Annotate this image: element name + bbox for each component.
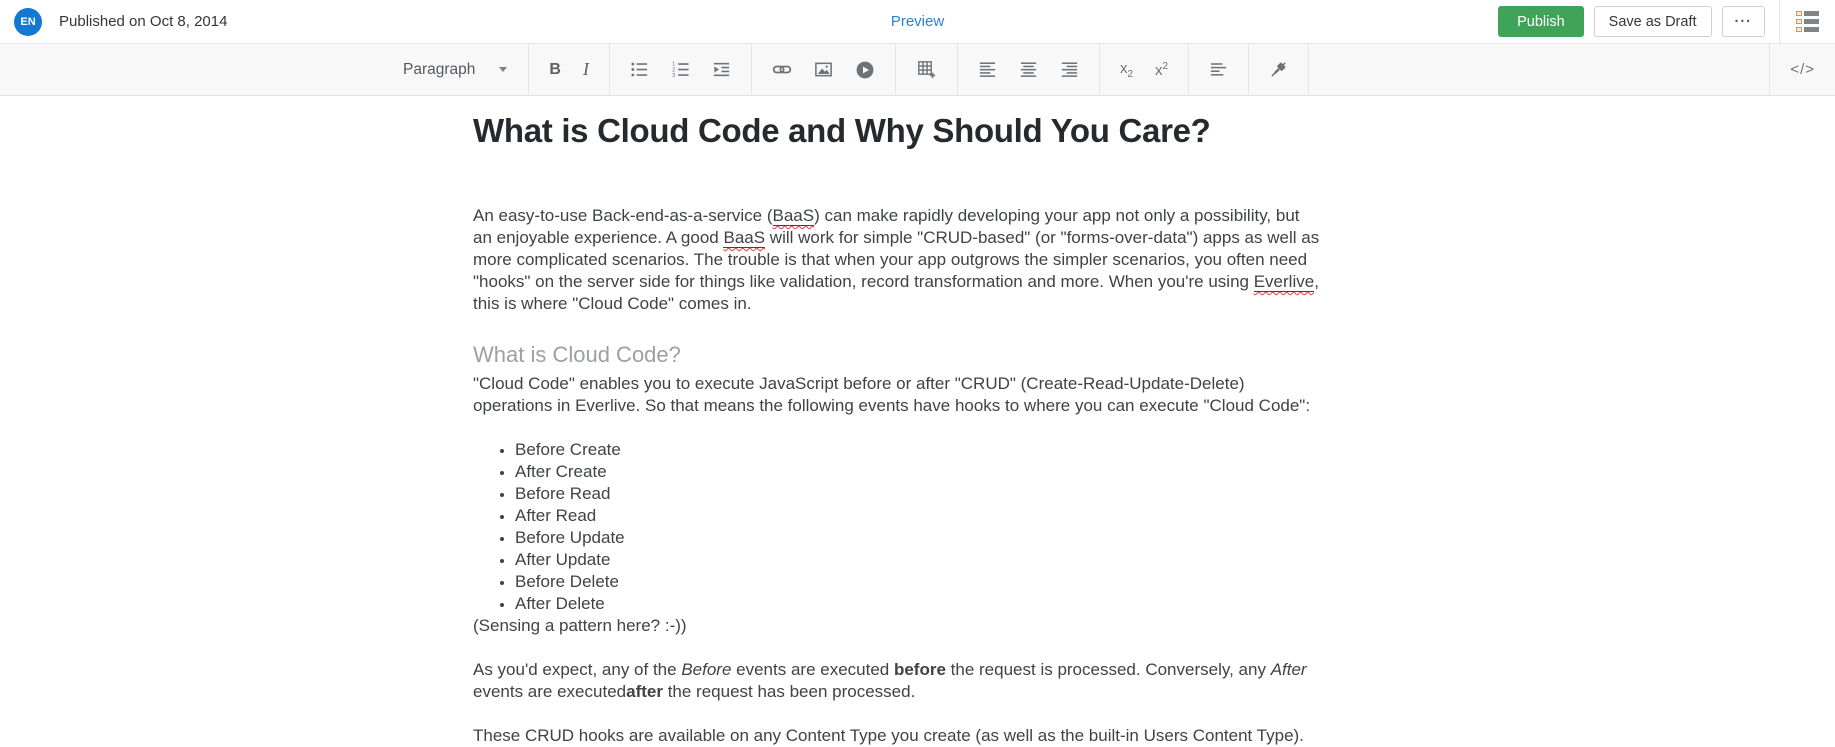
save-draft-button[interactable]: Save as Draft (1594, 6, 1712, 37)
justify-button[interactable] (1198, 44, 1239, 95)
superscript-button[interactable]: x2 (1144, 44, 1179, 95)
align-right-button[interactable] (1049, 44, 1090, 95)
spellcheck-underline: BaaS (773, 206, 815, 225)
toolbar-spacer (1309, 44, 1769, 95)
paragraph: (Sensing a pattern here? :-)) (473, 615, 1321, 637)
styled-text: before (894, 660, 946, 679)
superscript-icon: x2 (1155, 61, 1168, 79)
published-status: Published on Oct 8, 2014 (59, 13, 227, 30)
editor-toolbar: Paragraph B I 1 2 3 (0, 44, 1835, 96)
hyperlink-button[interactable] (761, 44, 803, 95)
list-item: Before Read (515, 483, 1321, 505)
insert-group (752, 44, 895, 95)
format-group: Paragraph (382, 44, 528, 95)
alignment-group (958, 44, 1099, 95)
list-item: After Create (515, 461, 1321, 483)
editor-content-area[interactable]: What is Cloud Code and Why Should You Ca… (0, 96, 1321, 747)
paragraph: An easy-to-use Back-end-as-a-service (Ba… (473, 205, 1321, 315)
paragraph: These CRUD hooks are available on any Co… (473, 725, 1321, 747)
ordered-list-icon: 1 2 3 (671, 60, 690, 79)
more-options-button[interactable]: ··· (1722, 6, 1766, 37)
content-list-button[interactable] (1792, 7, 1823, 36)
unordered-list-button[interactable] (619, 44, 660, 95)
justify-group (1189, 44, 1248, 95)
clear-format-group (1249, 44, 1308, 95)
clear-formatting-button[interactable] (1258, 44, 1299, 95)
inline-link[interactable]: Everlive (1254, 272, 1314, 292)
divider (1779, 0, 1780, 44)
bullet-list: Before CreateAfter CreateBefore ReadAfte… (473, 439, 1321, 615)
list-item: Before Delete (515, 571, 1321, 593)
styled-text: After (1271, 660, 1307, 679)
indent-button[interactable] (701, 44, 742, 95)
text-style-group: B I (529, 44, 609, 95)
insert-video-button[interactable] (844, 44, 886, 95)
align-center-button[interactable] (1008, 44, 1049, 95)
subscript-button[interactable]: x2 (1109, 44, 1144, 95)
code-view-icon: </> (1790, 61, 1815, 78)
chevron-down-icon (499, 67, 507, 72)
code-view-group: </> (1770, 44, 1835, 95)
inline-link[interactable]: BaaS (773, 206, 815, 226)
topbar-actions: Publish Save as Draft ··· (1498, 0, 1825, 43)
align-right-icon (1060, 60, 1079, 79)
section-heading: What is Cloud Code? (473, 341, 1321, 368)
image-icon (814, 60, 833, 79)
script-group: x2 x2 (1100, 44, 1188, 95)
styled-text: after (626, 682, 663, 701)
article-title: What is Cloud Code and Why Should You Ca… (473, 110, 1321, 151)
inline-link[interactable]: BaaS (723, 228, 765, 248)
language-badge[interactable]: EN (14, 8, 42, 36)
spellcheck-underline: BaaS (723, 228, 765, 247)
justify-icon (1209, 60, 1228, 79)
list-item: After Read (515, 505, 1321, 527)
paragraph: "Cloud Code" enables you to execute Java… (473, 373, 1321, 417)
list-item: After Update (515, 549, 1321, 571)
list-item: Before Update (515, 527, 1321, 549)
paragraph: As you'd expect, any of the Before event… (473, 659, 1321, 703)
clear-formatting-icon (1269, 60, 1288, 79)
insert-image-button[interactable] (803, 44, 844, 95)
topbar-left: EN Published on Oct 8, 2014 (14, 8, 227, 36)
hyperlink-icon (772, 60, 792, 79)
spellcheck-underline: Everlive (1254, 272, 1314, 291)
bold-icon: B (549, 61, 561, 79)
table-group (896, 44, 957, 95)
bold-button[interactable]: B (538, 44, 572, 95)
preview-link[interactable]: Preview (891, 13, 944, 30)
topbar: EN Published on Oct 8, 2014 Preview Publ… (0, 0, 1835, 44)
ordered-list-button[interactable]: 1 2 3 (660, 44, 701, 95)
italic-icon: I (583, 59, 589, 80)
video-icon (855, 60, 875, 80)
publish-button[interactable]: Publish (1498, 6, 1584, 37)
italic-button[interactable]: I (572, 44, 600, 95)
code-view-button[interactable]: </> (1779, 44, 1826, 95)
align-left-button[interactable] (967, 44, 1008, 95)
align-center-icon (1019, 60, 1038, 79)
article-body: An easy-to-use Back-end-as-a-service (Ba… (473, 205, 1321, 747)
paragraph-style-value: Paragraph (403, 61, 475, 79)
svg-text:3: 3 (672, 73, 675, 79)
styled-text: Before (681, 660, 731, 679)
insert-table-icon (916, 59, 937, 80)
indent-icon (712, 60, 731, 79)
subscript-icon: x2 (1120, 60, 1133, 80)
content-list-icon (1796, 11, 1819, 32)
insert-table-button[interactable] (905, 44, 948, 95)
list-item: After Delete (515, 593, 1321, 615)
list-item: Before Create (515, 439, 1321, 461)
list-group: 1 2 3 (610, 44, 751, 95)
align-left-icon (978, 60, 997, 79)
unordered-list-icon (630, 60, 649, 79)
paragraph-style-dropdown[interactable]: Paragraph (391, 61, 519, 79)
